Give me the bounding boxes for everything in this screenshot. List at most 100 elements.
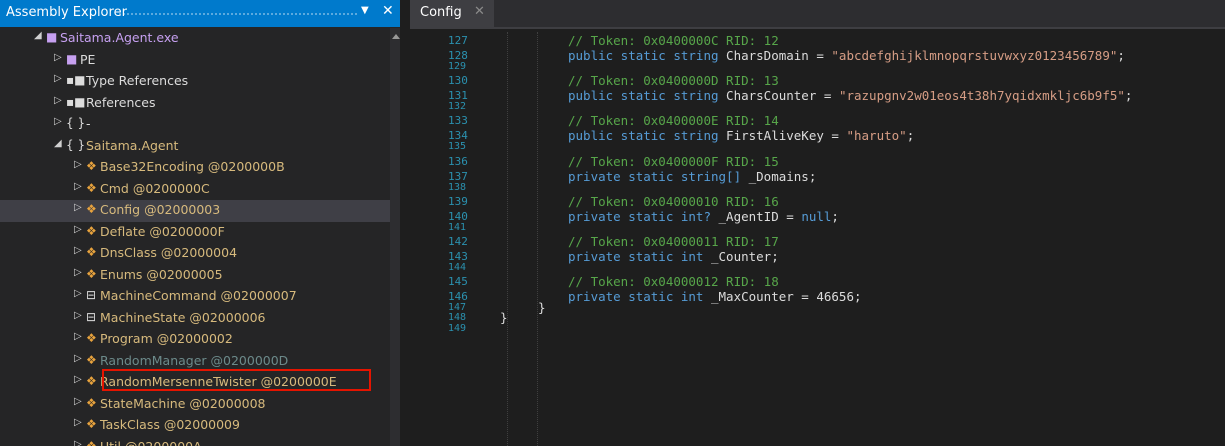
- collapsed-arrow-icon[interactable]: ▷: [74, 224, 82, 235]
- code-token: _Domains;: [748, 168, 817, 184]
- pe-icon: ■: [66, 51, 78, 66]
- code-token: // Token: 0x0400000F RID: 15: [568, 153, 779, 169]
- code-token: "haruto": [846, 128, 907, 144]
- code-line: 133 // Token: 0x0400000E RID: 14: [410, 112, 1225, 128]
- line-number: 130: [448, 74, 468, 88]
- collapsed-arrow-icon[interactable]: ▷: [74, 331, 82, 342]
- tree-node[interactable]: ▷ ❖ Config @02000003: [0, 200, 390, 222]
- class-icon: ❖: [86, 352, 97, 367]
- collapsed-arrow-icon[interactable]: ▷: [74, 267, 82, 278]
- tree-node-label: StateMachine @02000008: [100, 395, 266, 411]
- tree-node[interactable]: ▷ ❖ Util @0200000A: [0, 437, 390, 446]
- code-token: "razupgnv2w01eos4t38h7yqidxmkljc6b9f5": [838, 88, 1125, 104]
- tab-underline: [410, 27, 1225, 29]
- tree-node[interactable]: ▷ ❖ DnsClass @02000004: [0, 243, 390, 265]
- code-token: // Token: 0x0400000C RID: 12: [568, 33, 779, 48]
- tree-node[interactable]: ▷ ❖ Deflate @0200000F: [0, 222, 390, 244]
- code-token: private static int?: [568, 208, 719, 224]
- tab-strip: Config ✕: [410, 0, 1225, 27]
- collapsed-arrow-icon[interactable]: ▷: [74, 159, 82, 170]
- code-line: 142 // Token: 0x04000011 RID: 17: [410, 233, 1225, 249]
- collapsed-arrow-icon[interactable]: ▷: [74, 202, 82, 213]
- tree-node[interactable]: ▷ ❖ Program @02000002: [0, 329, 390, 351]
- class-icon: ❖: [86, 223, 97, 238]
- tree-node-label: Config @02000003: [100, 202, 221, 217]
- class-icon: ❖: [86, 159, 97, 173]
- expanded-arrow-icon[interactable]: ◢: [54, 138, 62, 149]
- tree-node[interactable]: ▷ ❖ Enums @02000005: [0, 265, 390, 287]
- collapsed-arrow-icon[interactable]: ▷: [74, 439, 82, 446]
- namespace-icon: { }: [66, 116, 86, 130]
- highlight-box: [102, 369, 371, 391]
- class-icon: ❖: [86, 245, 97, 259]
- tree-node[interactable]: ▷ ❖ Cmd @0200000C: [0, 179, 390, 201]
- tab-config[interactable]: Config ✕: [410, 0, 494, 27]
- code-token: private static int: [568, 289, 711, 305]
- code-token: // Token: 0x0400000E RID: 14: [568, 113, 779, 129]
- code-token: FirstAliveKey =: [726, 128, 847, 144]
- tree-node-label: Saitama.Agent: [86, 137, 179, 153]
- type-references-icon: ▪■: [66, 73, 86, 87]
- line-number: 142: [448, 234, 468, 248]
- collapsed-arrow-icon[interactable]: ▷: [74, 417, 82, 428]
- code-token: // Token: 0x0400000D RID: 13: [568, 73, 779, 89]
- tree-node-label: Type References: [86, 73, 189, 88]
- tree-node-label: -: [86, 116, 91, 131]
- code-text: // Token: 0x0400000F RID: 15: [568, 154, 779, 169]
- scroll-up-icon[interactable]: [392, 34, 400, 39]
- collapsed-arrow-icon[interactable]: ▷: [74, 310, 82, 321]
- class-icon: ❖: [86, 331, 97, 345]
- expanded-arrow-icon[interactable]: ◢: [34, 30, 42, 41]
- collapsed-arrow-icon[interactable]: ▷: [74, 181, 82, 192]
- code-token: null: [801, 208, 832, 224]
- tree-node[interactable]: ◢ ■ Saitama.Agent.exe: [0, 28, 390, 50]
- tree-node[interactable]: ◢ { } Saitama.Agent: [0, 136, 390, 158]
- tree-node[interactable]: ▷ ▪■ Type References: [0, 71, 390, 93]
- collapsed-arrow-icon[interactable]: ▷: [74, 288, 82, 299]
- class-icon: ❖: [86, 266, 97, 281]
- close-tab-icon[interactable]: ✕: [474, 4, 485, 19]
- tree-node-label: Cmd @0200000C: [100, 180, 210, 196]
- code-text: // Token: 0x0400000C RID: 12: [568, 33, 779, 48]
- tree-node[interactable]: ▷ ❖ Base32Encoding @0200000B: [0, 157, 390, 179]
- line-number: 149: [448, 322, 467, 334]
- collapsed-arrow-icon[interactable]: ▷: [54, 116, 62, 127]
- code-line: 141: [410, 222, 1225, 233]
- tree-node[interactable]: ▷ ■ PE: [0, 50, 390, 72]
- tree-node[interactable]: ▷ { } -: [0, 114, 390, 136]
- code-token: private static int: [568, 248, 711, 264]
- tree-node-label: PE: [80, 51, 96, 67]
- tree-node[interactable]: ▷ ⊟ MachineCommand @02000007: [0, 286, 390, 308]
- collapsed-arrow-icon[interactable]: ▷: [74, 245, 82, 256]
- code-text: // Token: 0x04000010 RID: 16: [568, 194, 779, 209]
- references-icon: ▪■: [66, 94, 86, 109]
- tree-node-label: MachineState @02000006: [100, 309, 266, 325]
- drag-handle[interactable]: [118, 12, 358, 16]
- tree-node-label: Util @0200000A: [100, 438, 202, 446]
- collapsed-arrow-icon[interactable]: ▷: [54, 95, 62, 106]
- code-text: private static int _Counter;: [568, 249, 779, 264]
- collapsed-arrow-icon[interactable]: ▷: [74, 396, 82, 407]
- collapsed-arrow-icon[interactable]: ▷: [74, 374, 82, 385]
- collapsed-arrow-icon[interactable]: ▷: [54, 73, 62, 84]
- code-line: 136 // Token: 0x0400000F RID: 15: [410, 153, 1225, 169]
- tree-node[interactable]: ▷ ❖ TaskClass @02000009: [0, 415, 390, 437]
- tree-node[interactable]: ▷ ❖ StateMachine @02000008: [0, 394, 390, 416]
- code-line: 148}: [410, 310, 1225, 325]
- code-text: // Token: 0x0400000E RID: 14: [568, 113, 779, 128]
- tree-node[interactable]: ▷ ▪■ References: [0, 93, 390, 115]
- tree-node[interactable]: ▷ ⊟ MachineState @02000006: [0, 308, 390, 330]
- tree-node-label: Program @02000002: [100, 331, 233, 346]
- collapsed-arrow-icon[interactable]: ▷: [54, 52, 62, 63]
- collapsed-arrow-icon[interactable]: ▷: [74, 353, 82, 364]
- close-icon[interactable]: ✕: [382, 3, 394, 19]
- tree-node-label: DnsClass @02000004: [100, 245, 238, 260]
- code-line: 135: [410, 141, 1225, 152]
- code-view[interactable]: 127 // Token: 0x0400000C RID: 12 128 public…: [410, 32, 1225, 334]
- assembly-icon: ■: [46, 30, 58, 44]
- editor-panel: Config ✕ 127 // Token: 0x0400000C RID: 12…: [410, 0, 1225, 446]
- namespace-icon: { }: [66, 137, 86, 152]
- code-text: public static string FirstAliveKey = "ha…: [568, 128, 914, 143]
- dropdown-arrow-icon[interactable]: ▼: [361, 5, 369, 16]
- scrollbar[interactable]: [390, 28, 400, 446]
